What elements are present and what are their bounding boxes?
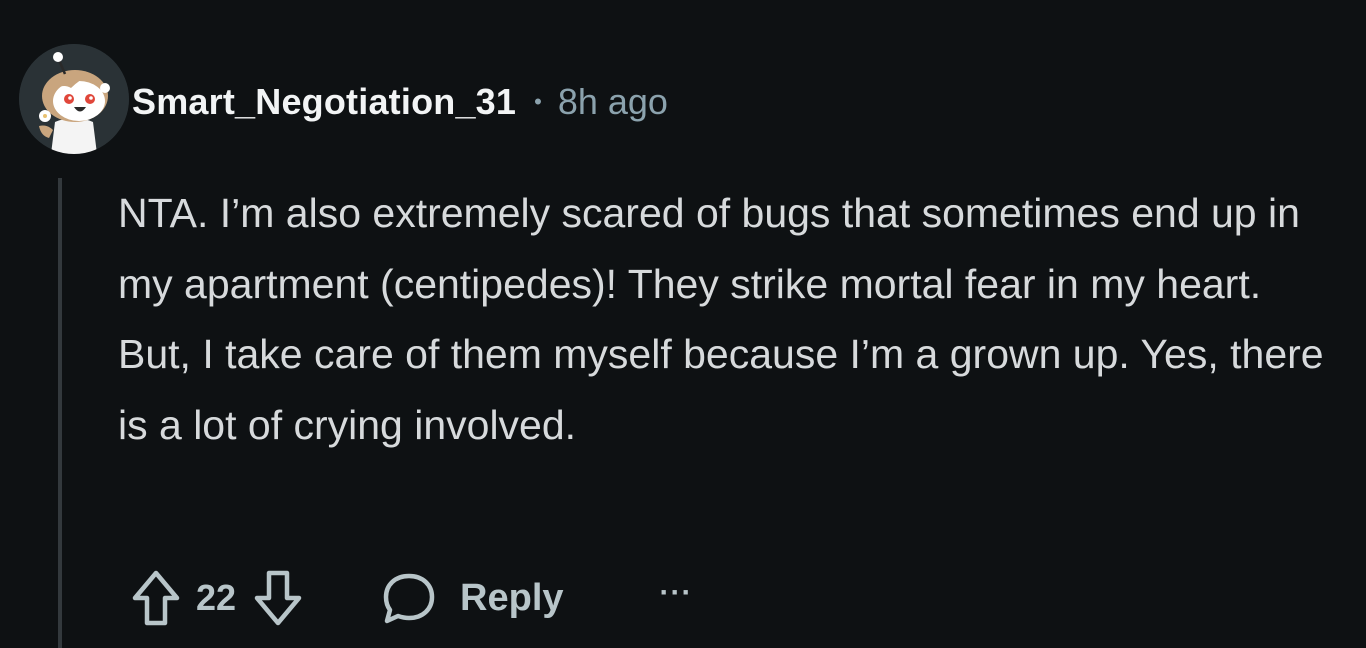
upvote-button[interactable] [130, 568, 182, 628]
meta-separator: • [534, 89, 542, 114]
speech-bubble-icon [383, 573, 435, 624]
downvote-arrow-icon [254, 570, 302, 626]
comment: Smart_Negotiation_31 • 8h ago NTA. I’m a… [0, 0, 1366, 648]
vote-score: 22 [196, 577, 237, 618]
upvote-arrow-icon [132, 570, 180, 626]
comment-body: NTA. I’m also extremely scared of bugs t… [118, 190, 1324, 448]
comment-header: Smart_Negotiation_31 • 8h ago [132, 76, 668, 128]
thread-line[interactable] [58, 178, 62, 648]
reply-button[interactable]: Reply [382, 572, 564, 624]
downvote-button[interactable] [252, 568, 304, 628]
author-username[interactable]: Smart_Negotiation_31 [132, 81, 516, 123]
reply-label: Reply [460, 576, 564, 619]
action-bar: 22 Reply ··· [130, 566, 693, 630]
avatar[interactable] [19, 44, 129, 154]
snoo-avatar-icon [19, 44, 129, 154]
more-options-button[interactable]: ··· [660, 578, 693, 618]
timestamp[interactable]: 8h ago [558, 81, 668, 123]
